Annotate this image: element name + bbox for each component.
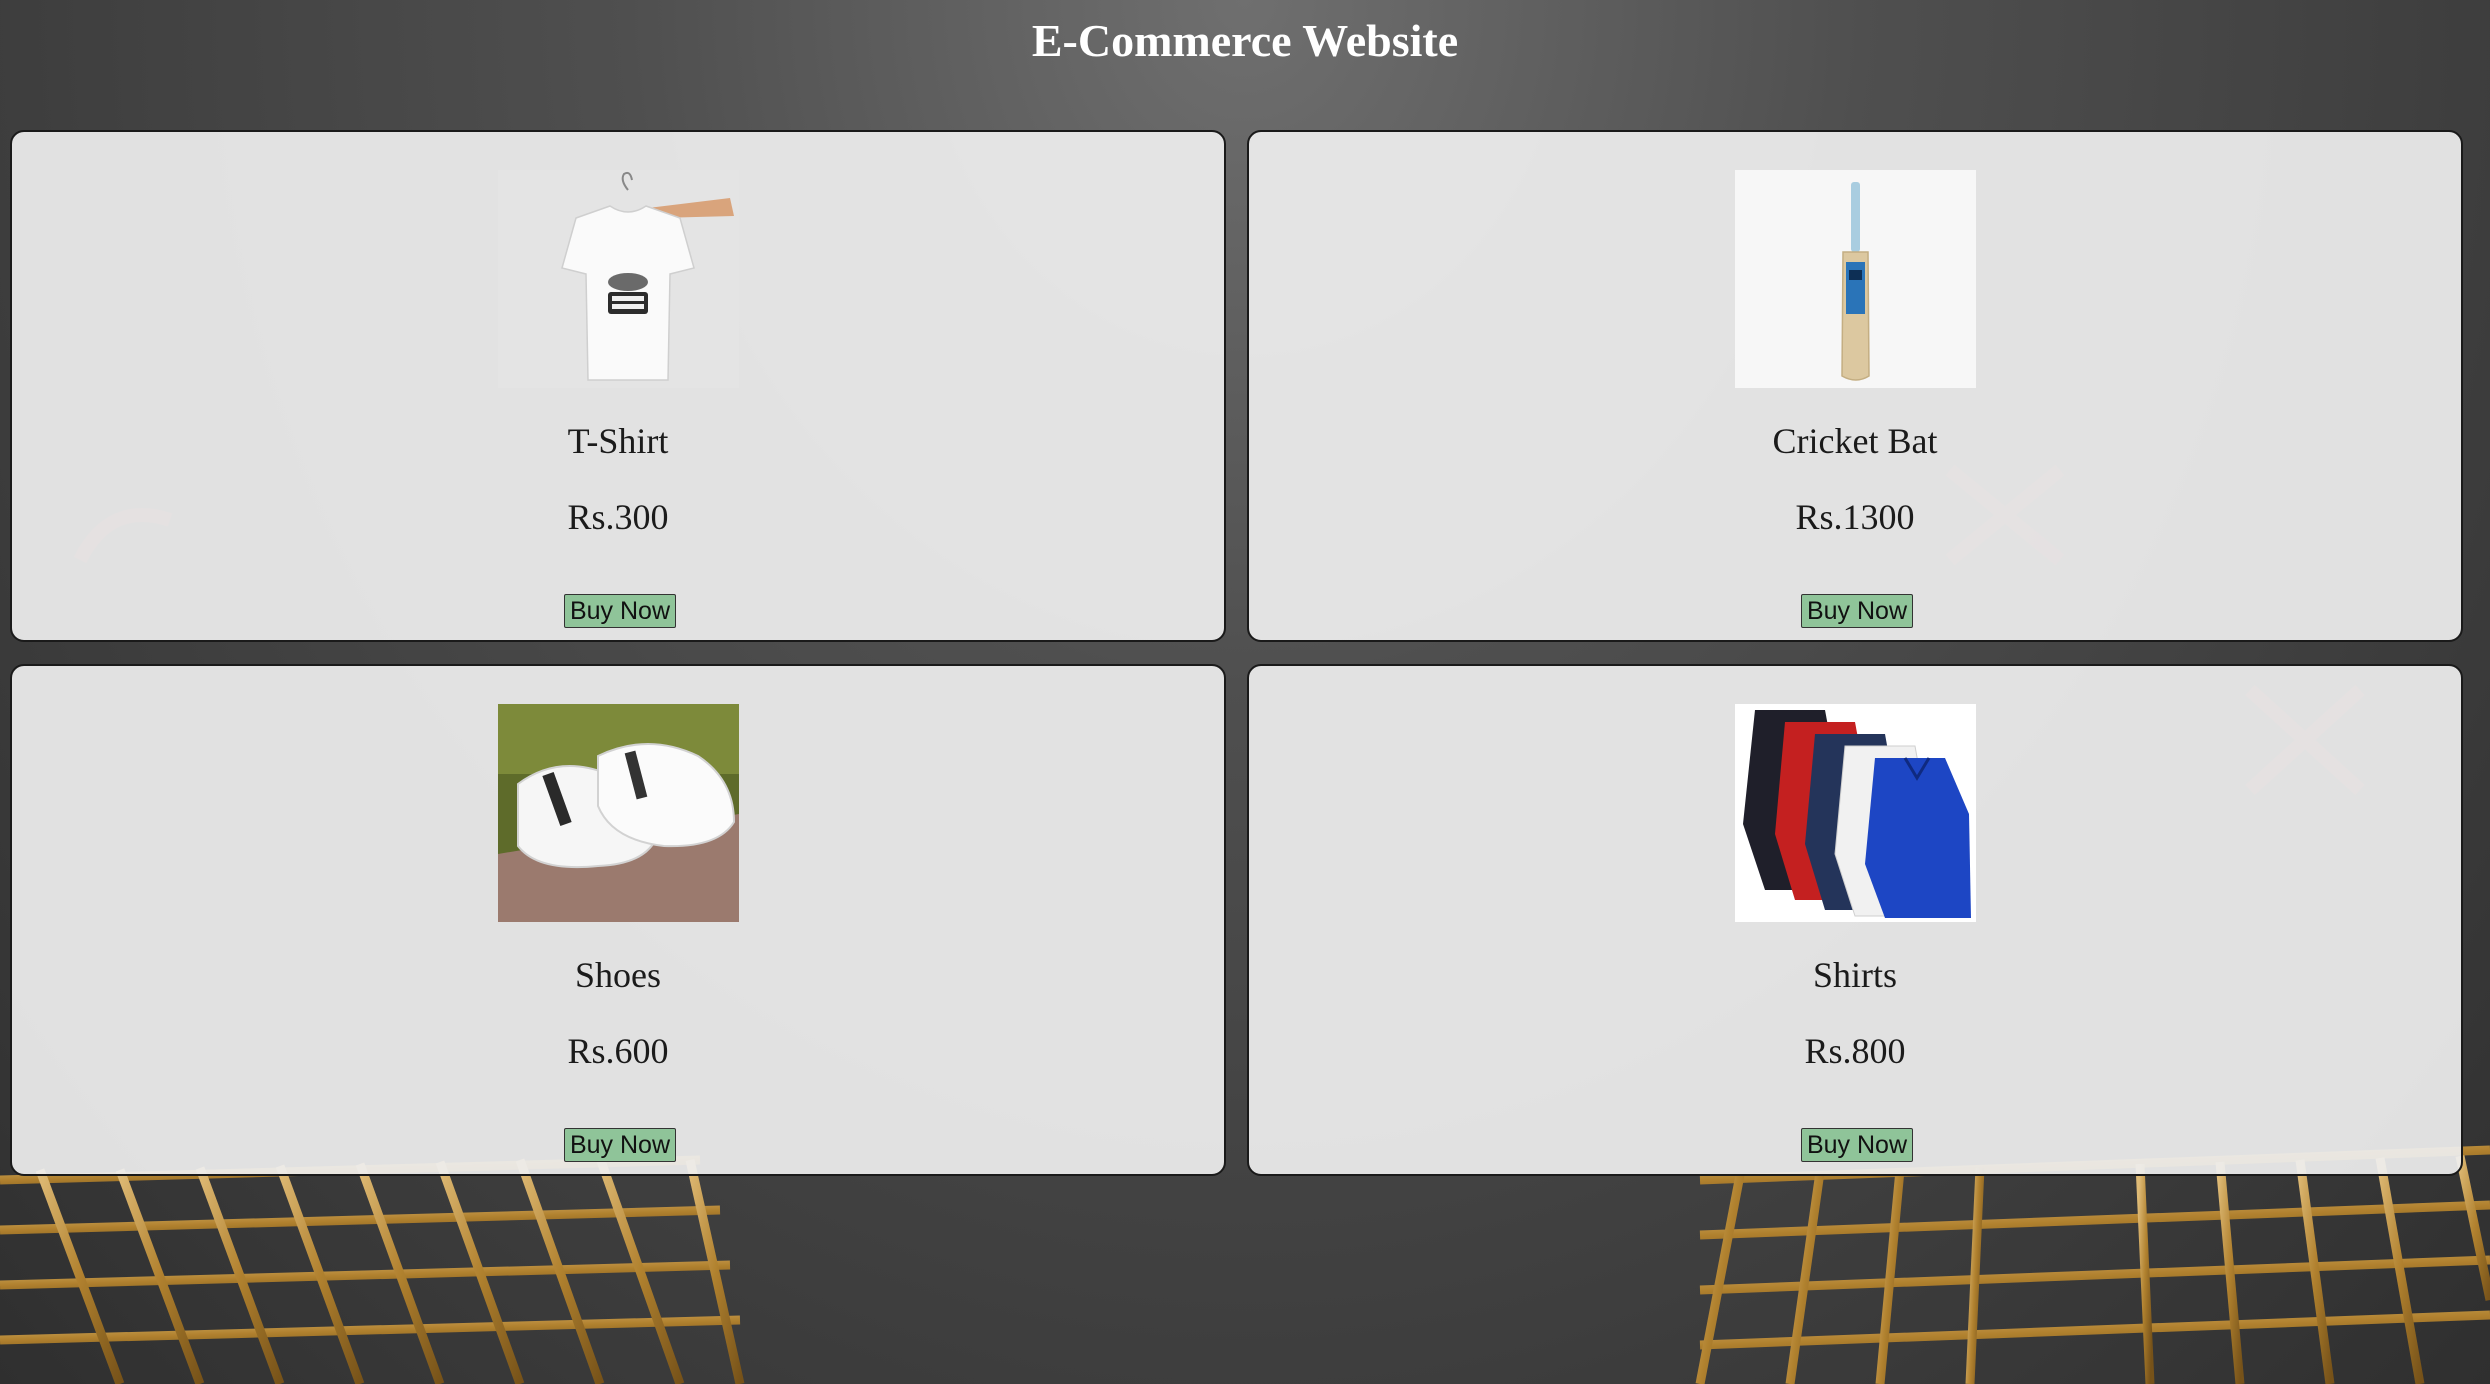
- buy-now-button[interactable]: Buy Now: [564, 594, 676, 628]
- buy-now-button[interactable]: Buy Now: [1801, 1128, 1913, 1162]
- product-card-cricket-bat: Cricket Bat Rs.1300 Buy Now: [1247, 130, 2463, 642]
- product-card-shoes: Shoes Rs.600 Buy Now: [10, 664, 1226, 1176]
- page-title: E-Commerce Website: [1031, 15, 1459, 66]
- product-card-shirts: Shirts Rs.800 Buy Now: [1247, 664, 2463, 1176]
- product-card-t-shirt: T-Shirt Rs.300 Buy Now: [10, 130, 1226, 642]
- product-name: Shirts: [1812, 955, 1898, 995]
- t-shirt-image: [498, 170, 739, 388]
- product-price: Rs.1300: [1795, 497, 1915, 537]
- product-price: Rs.300: [567, 497, 669, 537]
- product-name: Shoes: [574, 955, 661, 995]
- product-grid: T-Shirt Rs.300 Buy Now Cricket Bat Rs.13…: [0, 0, 2490, 1384]
- shoes-image: [498, 704, 739, 922]
- buy-now-button[interactable]: Buy Now: [564, 1128, 676, 1162]
- shirts-image: [1735, 704, 1976, 922]
- cricket-bat-image: [1735, 170, 1976, 388]
- product-name: Cricket Bat: [1772, 421, 1938, 461]
- product-name: T-Shirt: [567, 421, 669, 461]
- product-price: Rs.600: [567, 1031, 669, 1071]
- buy-now-button[interactable]: Buy Now: [1801, 594, 1913, 628]
- product-price: Rs.800: [1804, 1031, 1906, 1071]
